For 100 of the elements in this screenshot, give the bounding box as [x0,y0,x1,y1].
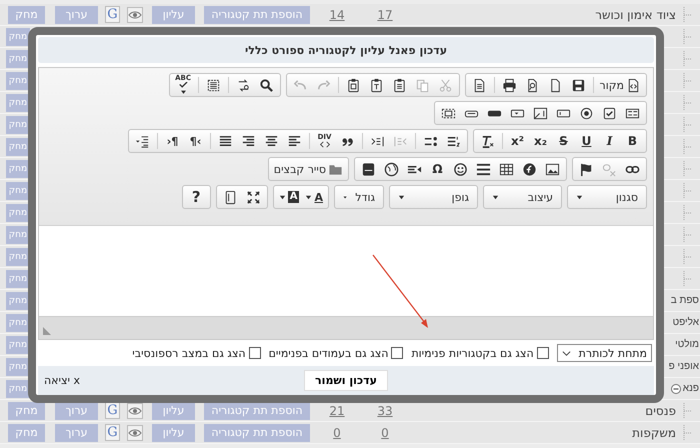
count-link[interactable]: 0 [328,426,346,440]
category-name: פנסים [645,404,676,418]
dropdown[interactable]: גודל [337,187,381,207]
top-panel-button[interactable]: עליון [152,424,195,442]
smiley-icon [453,162,468,176]
dialog-title: עדכון פאנל עליון לקטגוריה ספורט כללי [244,44,448,56]
caret-icon [343,194,348,200]
delete-button[interactable]: מחק [6,28,30,46]
google-button[interactable]: G [105,6,120,23]
add-subcategory-button[interactable]: הוספת תת קטגוריה [204,6,310,24]
undo-icon [292,78,308,92]
rtl-button[interactable]: ¶‹ [161,131,184,151]
align-right-icon [241,134,256,148]
language-list-icon [135,134,150,148]
flag-icon [579,162,594,176]
about-button[interactable]: ? [184,187,208,207]
delete-button[interactable]: מחק [6,314,30,332]
ltr-button[interactable]: ›¶ [184,131,207,151]
position-select[interactable]: מתחת לכותרת [556,344,652,362]
delete-button[interactable]: מחק [6,50,30,68]
chevron-icon [562,348,571,358]
eye-icon[interactable] [127,6,143,22]
subscript-button[interactable]: x₂ [529,131,552,151]
code-file-button[interactable]: מקור [596,75,644,95]
delete-button[interactable]: מחק [6,380,30,398]
checkbox-label: הצג גם בקטגוריות פנימיות [411,346,534,360]
delete-button[interactable]: מחק [6,292,30,310]
redo-icon [316,78,331,92]
delete-button[interactable]: מחק [6,160,30,178]
tick-box-icon [602,106,617,120]
code-file-icon [626,78,641,92]
eye-icon[interactable] [127,402,143,418]
circle-dot-icon [579,106,594,120]
top-panel-button[interactable]: עליון [152,6,195,24]
dropdown[interactable]: עיצוב [486,187,559,207]
select-all-icon [206,78,221,92]
category-name: אופני פ [668,361,699,372]
delete-button[interactable]: מחק [6,226,30,244]
count-link[interactable]: 21 [328,404,346,418]
dropdown[interactable]: גופן [392,187,475,207]
italic-button[interactable]: I [598,131,621,151]
category-name: מולטי [675,339,699,350]
round-f-icon [522,162,537,176]
picture-icon [545,162,560,176]
clear-format-icon [480,134,495,148]
delete-button[interactable]: מחק [6,248,30,266]
code-brackets-icon [318,141,332,148]
delete-button[interactable]: מחק [8,424,45,442]
delete-button[interactable]: מחק [6,94,30,112]
collapse-icon[interactable] [670,384,681,394]
delete-button[interactable]: מחק [8,402,45,420]
count-link[interactable]: 33 [376,404,394,418]
category-name: פנא [682,383,699,394]
update-and-save-button[interactable]: עדכון ושמור [304,370,388,391]
copy-icon [414,78,430,92]
clipboard-text-icon [368,78,384,92]
bold-button[interactable]: B [621,131,644,151]
textcolor-button[interactable]: A [302,187,326,207]
edit-button[interactable]: ערוך [55,424,98,442]
eye-icon[interactable] [127,424,143,440]
underline-button[interactable]: U [575,131,598,151]
globe-icon [384,162,399,176]
specialchar-button[interactable]: Ω [426,159,449,179]
delete-button[interactable]: מחק [6,270,30,288]
strike-button[interactable]: S [552,131,575,151]
delete-button[interactable]: מחק [8,6,45,24]
category-name: אליפט [672,317,699,328]
edit-button[interactable]: ערוך [55,6,98,24]
dropdown[interactable]: סגנון [570,187,644,207]
bgcolor-button[interactable]: A [276,187,302,207]
checkbox-label: הצג גם בעמודים בפנימיים [268,346,388,360]
broken-link-icon [602,162,617,176]
delete-button[interactable]: מחק [6,182,30,200]
clipboard-picture-icon [346,78,361,92]
google-button[interactable]: G [105,402,120,419]
count-link[interactable]: 17 [376,8,394,22]
delete-button[interactable]: מחק [6,138,30,156]
table-icon [499,162,514,176]
exit-link[interactable]: x יציאה [44,374,80,387]
delete-button[interactable]: מחק [6,336,30,354]
checkbox[interactable] [536,347,549,359]
delete-button[interactable]: מחק [6,358,30,376]
delete-button[interactable]: מחק [6,204,30,222]
add-subcategory-button[interactable]: הוספת תת קטגוריה [204,424,310,442]
checkbox[interactable] [248,347,261,359]
google-button[interactable]: G [105,424,120,441]
printer-icon [502,78,517,92]
scissors-icon [438,78,453,92]
horizontal-lines-icon [476,162,491,176]
align-center-icon [264,134,279,148]
delete-button[interactable]: מחק [6,116,30,134]
delete-button[interactable]: מחק [6,72,30,90]
expand-arrows-icon [246,190,261,204]
text-area-icon [533,106,548,120]
count-link[interactable]: 0 [376,426,394,440]
superscript-button[interactable]: x² [506,131,529,151]
count-link[interactable]: 14 [328,8,346,22]
checkbox-label: הצג גם במצב רספונסיבי [132,346,246,360]
folder-button[interactable]: סייר קבצים [270,159,346,179]
checkbox[interactable] [391,347,404,359]
